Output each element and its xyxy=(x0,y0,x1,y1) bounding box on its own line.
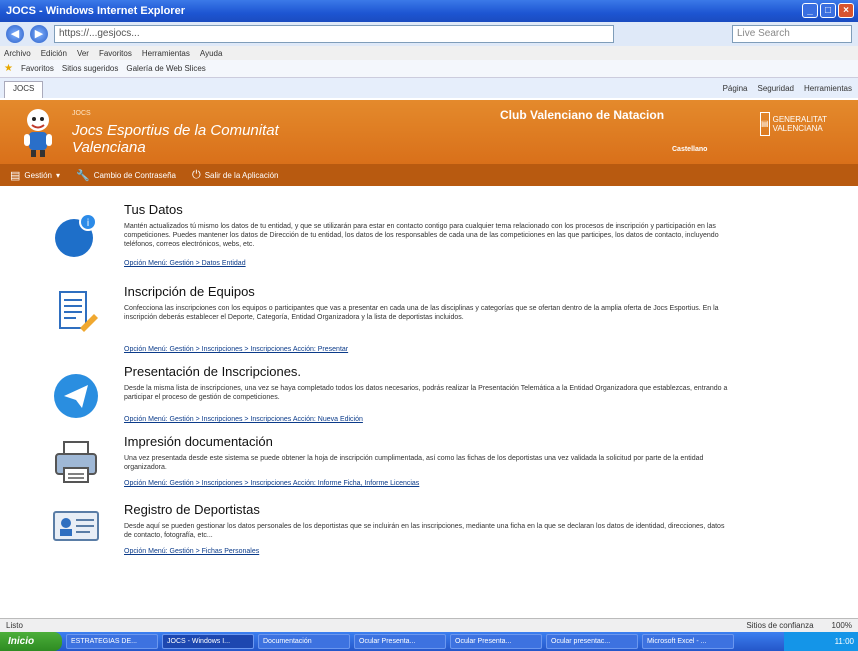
section-link[interactable]: Opción Menú: Gestión > Fichas Personales xyxy=(124,548,259,555)
section-link[interactable]: Opción Menú: Gestión > Inscripciones > I… xyxy=(124,480,419,487)
menu-edicion[interactable]: Edición xyxy=(41,49,67,58)
fav-item-webslices[interactable]: Galería de Web Slices xyxy=(126,64,205,73)
url-input[interactable]: https://...gesjocs... xyxy=(54,25,614,43)
section-desc: Desde la misma lista de inscripciones, u… xyxy=(124,385,728,401)
svg-text:i: i xyxy=(87,218,90,229)
nav-gestion-label: Gestión xyxy=(24,170,52,180)
nav-salir[interactable]: ⏻ Salir de la Aplicación xyxy=(192,169,279,182)
section-desc: Desde aquí se pueden gestionar los datos… xyxy=(124,523,725,539)
taskbar: Inicio ESTRATEGIAS DE... JOCS - Windows … xyxy=(0,632,858,651)
address-bar: ◀ ▶ https://...gesjocs... Live Search xyxy=(0,22,858,46)
cmd-pagina[interactable]: Página xyxy=(723,84,748,93)
site-title: Jocs Esportius de la Comunitat Valencian… xyxy=(72,122,279,156)
language-link[interactable]: Castellano xyxy=(672,146,707,153)
menu-icon: ▤ xyxy=(10,169,21,182)
power-icon: ⏻ xyxy=(191,168,201,181)
star-icon: ★ xyxy=(4,63,13,74)
taskbar-item[interactable]: ESTRATEGIAS DE... xyxy=(66,634,158,649)
main-content: i Tus Datos Mantén actualizados tú mismo… xyxy=(0,186,858,618)
nav-cambio-contrasena[interactable]: 🔧 Cambio de Contraseña xyxy=(76,169,176,182)
status-text: Listo xyxy=(6,621,23,630)
printer-icon xyxy=(55,441,97,483)
site-nav: ▤ Gestión ▾ 🔧 Cambio de Contraseña ⏻ Sal… xyxy=(0,164,858,186)
menu-ayuda[interactable]: Ayuda xyxy=(200,49,223,58)
document-edit-icon xyxy=(59,291,98,332)
favorites-button[interactable]: Favoritos xyxy=(21,64,54,73)
site-small-title: JOCS xyxy=(72,110,91,117)
start-button[interactable]: Inicio xyxy=(0,632,62,651)
favorites-bar: ★ Favoritos Sitios sugeridos Galería de … xyxy=(0,60,858,78)
menu-favoritos[interactable]: Favoritos xyxy=(99,49,132,58)
taskbar-item[interactable]: Ocular Presenta... xyxy=(354,634,446,649)
forward-icon[interactable]: ▶ xyxy=(30,25,48,43)
section-title: Registro de Deportistas xyxy=(124,502,260,517)
wrench-icon: 🔧 xyxy=(76,169,90,182)
taskbar-item[interactable]: JOCS - Windows I... xyxy=(162,634,254,649)
cmd-herramientas[interactable]: Herramientas xyxy=(804,84,852,93)
cmd-seguridad[interactable]: Seguridad xyxy=(758,84,794,93)
nav-gestion[interactable]: ▤ Gestión ▾ xyxy=(10,169,60,182)
zoom-level[interactable]: 100% xyxy=(832,621,852,630)
menu-herramientas[interactable]: Herramientas xyxy=(142,49,190,58)
nav-salir-label: Salir de la Aplicación xyxy=(204,170,279,180)
section-title: Impresión documentación xyxy=(124,434,273,449)
window-titlebar: JOCS - Windows Internet Explorer _ □ × xyxy=(0,0,858,22)
section-link[interactable]: Opción Menú: Gestión > Inscripciones > I… xyxy=(124,416,363,423)
gva-emblem-icon: ▤ xyxy=(760,112,770,136)
site-header: JOCS Jocs Esportius de la Comunitat Vale… xyxy=(0,100,858,164)
section-desc: Mantén actualizados tú mismo los datos d… xyxy=(124,223,719,248)
close-button[interactable]: × xyxy=(838,3,854,18)
maximize-button[interactable]: □ xyxy=(820,3,836,18)
club-name: Club Valenciano de Natacion xyxy=(500,108,665,122)
nav-cambio-label: Cambio de Contraseña xyxy=(93,170,176,180)
id-card-icon xyxy=(53,511,99,541)
window-title: JOCS - Windows Internet Explorer xyxy=(6,5,185,17)
tab-jocs[interactable]: JOCS xyxy=(4,81,44,98)
send-icon xyxy=(54,374,98,418)
mascot-logo-icon xyxy=(24,109,52,157)
security-zone: Sitios de confianza xyxy=(746,621,814,630)
command-bar: Página Seguridad Herramientas xyxy=(723,84,858,93)
system-tray-clock: 11:00 xyxy=(784,632,858,651)
chevron-down-icon: ▾ xyxy=(55,170,60,180)
section-desc: Confecciona las inscripciones con los eq… xyxy=(124,305,719,321)
section-title: Presentación de Inscripciones. xyxy=(124,364,302,379)
section-title: Inscripción de Equipos xyxy=(124,284,255,299)
taskbar-item[interactable]: Ocular presentac... xyxy=(546,634,638,649)
fav-item-suggested[interactable]: Sitios sugeridos xyxy=(62,64,118,73)
gva-logo: ▤ GENERALITAT VALENCIANA xyxy=(760,112,840,136)
taskbar-item[interactable]: Ocular Presenta... xyxy=(450,634,542,649)
user-info-icon: i xyxy=(55,213,97,257)
section-title: Tus Datos xyxy=(124,202,183,217)
section-link[interactable]: Opción Menú: Gestión > Inscripciones > I… xyxy=(124,346,348,353)
back-icon[interactable]: ◀ xyxy=(6,25,24,43)
tab-bar: JOCS Página Seguridad Herramientas xyxy=(0,78,858,98)
taskbar-item[interactable]: Microsoft Excel - ... xyxy=(642,634,734,649)
menu-bar: Archivo Edición Ver Favoritos Herramient… xyxy=(0,46,858,60)
menu-ver[interactable]: Ver xyxy=(77,49,89,58)
search-input[interactable]: Live Search xyxy=(732,25,852,43)
status-bar: Listo Sitios de confianza 100% xyxy=(0,618,858,632)
taskbar-item[interactable]: Documentación xyxy=(258,634,350,649)
minimize-button[interactable]: _ xyxy=(802,3,818,18)
menu-archivo[interactable]: Archivo xyxy=(4,49,31,58)
section-desc: Una vez presentada desde este sistema se… xyxy=(124,455,704,471)
section-link[interactable]: Opción Menú: Gestión > Datos Entidad xyxy=(124,260,246,267)
gva-label: GENERALITAT VALENCIANA xyxy=(772,115,827,133)
